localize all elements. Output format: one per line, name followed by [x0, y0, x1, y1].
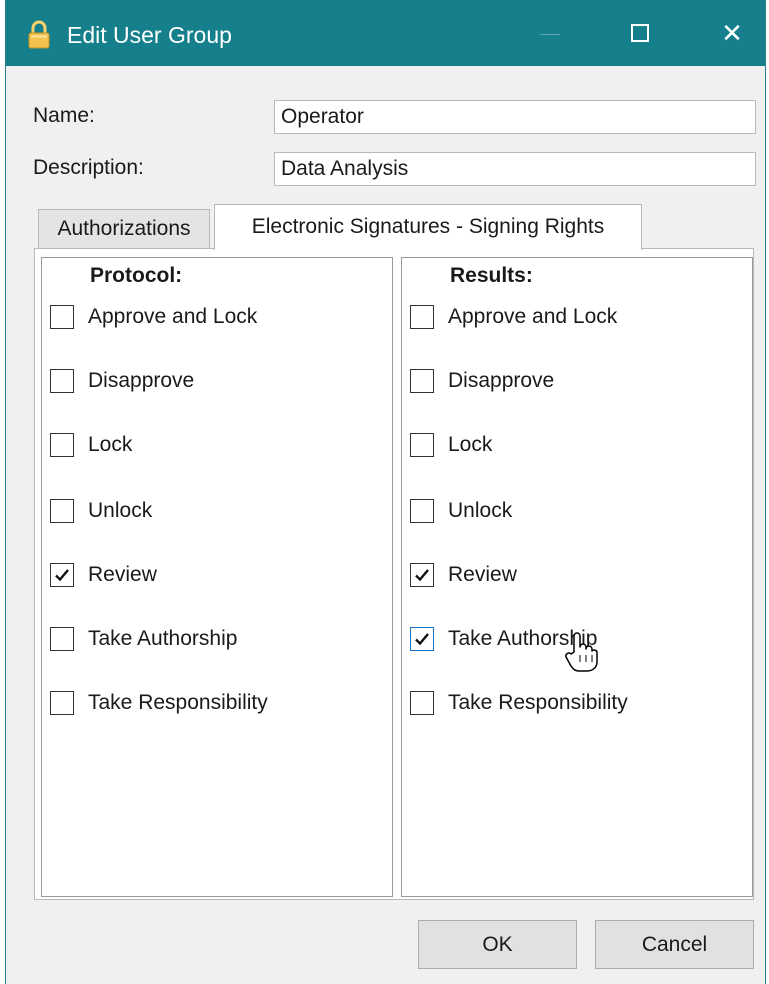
results-checkbox-take-responsibility[interactable] [410, 691, 434, 715]
protocol-title: Protocol: [90, 264, 183, 287]
name-input[interactable]: Operator [274, 100, 756, 134]
protocol-checkbox-approve-and-lock[interactable] [50, 305, 74, 329]
protocol-label-lock: Lock [88, 433, 133, 456]
protocol-checkbox-review[interactable] [50, 563, 74, 587]
title-bar[interactable]: Edit User Group ✕ [6, 0, 765, 66]
protocol-checkbox-row-review[interactable]: Review [50, 560, 157, 590]
results-checkbox-approve-and-lock[interactable] [410, 305, 434, 329]
maximize-icon [631, 24, 649, 42]
protocol-checkbox-row-take-authorship[interactable]: Take Authorship [50, 624, 237, 654]
signing-rights-panel: Protocol: Approve and Lock Disapprove Lock… [34, 248, 754, 900]
close-button[interactable]: ✕ [694, 0, 769, 66]
protocol-label-unlock: Unlock [88, 499, 153, 522]
protocol-checkbox-row-approve-and-lock[interactable]: Approve and Lock [50, 302, 257, 332]
name-label: Name: [33, 104, 95, 127]
results-label-disapprove: Disapprove [448, 369, 555, 392]
protocol-checkbox-disapprove[interactable] [50, 369, 74, 393]
protocol-label-take-authorship: Take Authorship [88, 627, 238, 650]
results-label-approve-and-lock: Approve and Lock [448, 305, 618, 328]
protocol-checkbox-lock[interactable] [50, 433, 74, 457]
protocol-group: Protocol: Approve and Lock Disapprove Lock… [41, 257, 393, 897]
description-label: Description: [33, 156, 144, 179]
protocol-checkbox-take-responsibility[interactable] [50, 691, 74, 715]
protocol-label-disapprove: Disapprove [88, 369, 195, 392]
protocol-checkbox-row-disapprove[interactable]: Disapprove [50, 366, 194, 396]
description-input[interactable]: Data Analysis [274, 152, 756, 186]
checkmark-icon [55, 569, 69, 582]
results-checkbox-row-review[interactable]: Review [410, 560, 517, 590]
checkmark-icon [415, 633, 429, 646]
protocol-checkbox-take-authorship[interactable] [50, 627, 74, 651]
protocol-checkbox-row-take-responsibility[interactable]: Take Responsibility [50, 688, 268, 718]
hand-pointer-icon [564, 630, 598, 672]
maximize-button[interactable] [602, 0, 678, 66]
protocol-checkbox-row-lock[interactable]: Lock [50, 430, 132, 460]
results-checkbox-row-approve-and-lock[interactable]: Approve and Lock [410, 302, 617, 332]
results-checkbox-unlock[interactable] [410, 499, 434, 523]
results-checkbox-row-disapprove[interactable]: Disapprove [410, 366, 554, 396]
results-checkbox-review[interactable] [410, 563, 434, 587]
results-checkbox-row-unlock[interactable]: Unlock [410, 496, 512, 526]
results-title: Results: [450, 264, 533, 287]
protocol-label-approve-and-lock: Approve and Lock [88, 305, 258, 328]
protocol-checkbox-unlock[interactable] [50, 499, 74, 523]
edit-user-group-dialog: Edit User Group ✕ Name: Operator Descrip… [5, 0, 766, 984]
minimize-icon [540, 33, 560, 35]
results-checkbox-take-authorship[interactable] [410, 627, 434, 651]
cancel-button[interactable]: Cancel [595, 920, 754, 969]
protocol-checkbox-row-unlock[interactable]: Unlock [50, 496, 152, 526]
ok-button[interactable]: OK [418, 920, 577, 969]
results-group: Results: Approve and Lock Disapprove Lock U… [401, 257, 753, 897]
results-label-review: Review [448, 563, 517, 586]
lock-icon [26, 20, 52, 50]
close-icon: ✕ [721, 17, 743, 48]
results-checkbox-row-take-responsibility[interactable]: Take Responsibility [410, 688, 628, 718]
results-label-lock: Lock [448, 433, 493, 456]
results-checkbox-lock[interactable] [410, 433, 434, 457]
protocol-label-take-responsibility: Take Responsibility [88, 691, 268, 714]
tab-electronic-signatures[interactable]: Electronic Signatures - Signing Rights [214, 204, 642, 250]
window-title: Edit User Group [67, 22, 232, 48]
minimize-button[interactable] [512, 0, 588, 66]
tab-authorizations[interactable]: Authorizations [38, 209, 210, 249]
results-label-take-responsibility: Take Responsibility [448, 691, 628, 714]
protocol-label-review: Review [88, 563, 157, 586]
results-label-unlock: Unlock [448, 499, 513, 522]
checkmark-icon [415, 569, 429, 582]
results-checkbox-disapprove[interactable] [410, 369, 434, 393]
results-checkbox-row-lock[interactable]: Lock [410, 430, 492, 460]
